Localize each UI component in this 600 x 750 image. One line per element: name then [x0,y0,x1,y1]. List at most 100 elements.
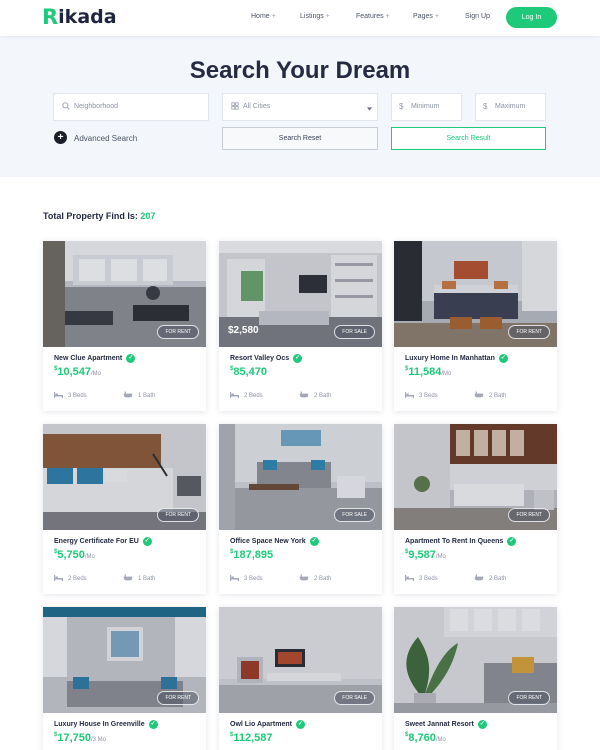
property-card[interactable]: $2,580 FOR SALE Resort Valley Ocs ✓ $85,470 2… [219,241,382,411]
property-title-text: Owl Lio Apartment [230,721,292,728]
price-value: 85,470 [233,366,267,378]
baths-text: 2 Bath [314,575,332,582]
plus-icon: + [434,13,439,20]
beds-info: 2 Beds [54,574,87,583]
property-title-text: Luxury Home In Manhattan [405,355,495,362]
bath-icon [299,391,309,400]
price-value: 5,750 [57,549,85,561]
results-count-label: Total Property Find Is: [43,211,138,221]
beds-text: 3 Beds [419,575,438,582]
property-price: $5,750/Mo [54,549,95,561]
property-title[interactable]: New Clue Apartment ✓ [54,354,136,363]
price-value: 9,587 [408,549,436,561]
price-value: 11,584 [408,366,442,378]
nav-item-label: Sign Up [465,13,490,20]
advanced-search-link[interactable]: Advanced Search [74,134,137,143]
bath-icon [299,574,309,583]
site-header: Rikada Home + Listings + Features + Pages + Sign… [0,0,600,36]
property-card[interactable]: FOR RENT Luxury House In Greenville ✓ $17,7… [43,607,206,750]
listing-status-tag: FOR RENT [157,691,199,705]
beds-info: 3 Beds [405,574,438,583]
beds-text: 3 Beds [419,392,438,399]
property-card[interactable]: FOR RENT Apartment To Rent In Queens ✓ $9,5… [394,424,557,594]
bed-icon [54,391,63,400]
property-title[interactable]: Owl Lio Apartment ✓ [230,720,305,729]
verified-check-icon: ✓ [126,354,136,363]
baths-text: 2 Bath [314,392,332,399]
verified-check-icon: ✓ [477,720,487,729]
property-price: $8,760/Mo [405,732,446,744]
property-title[interactable]: Energy Certificate For EU ✓ [54,537,152,546]
nav-item-pages[interactable]: Pages + [413,13,439,20]
plus-icon: + [325,13,330,20]
property-title-text: Resort Valley Ocs [230,355,290,362]
nav-item-home[interactable]: Home + [251,13,276,20]
property-title[interactable]: Apartment To Rent In Queens ✓ [405,537,517,546]
bed-icon [230,574,239,583]
property-title[interactable]: Luxury Home In Manhattan ✓ [405,354,508,363]
price-value: 187,895 [233,549,274,561]
nav-item-sign-up[interactable]: Sign Up [465,13,490,20]
verified-check-icon: ✓ [498,354,508,363]
price-period: /Mo [435,737,446,743]
results-count-value: 207 [140,211,156,221]
property-title[interactable]: Office Space New York ✓ [230,537,319,546]
price-period: /Mo [91,371,102,377]
search-result-button[interactable]: Search Result [391,127,546,150]
login-button[interactable]: Log In [506,7,557,28]
nav-item-label: Home [251,13,270,20]
property-price: $11,584/Mo [405,366,451,378]
baths-info: 2 Bath [474,574,506,583]
property-title[interactable]: Luxury House In Greenville ✓ [54,720,158,729]
min-price-input[interactable]: $ Minimum [391,93,462,121]
nav-item-label: Listings [300,13,324,20]
city-select[interactable]: All Cities [222,93,378,121]
nav-item-features[interactable]: Features + [356,13,390,20]
plus-circle-icon[interactable]: + [54,131,67,144]
baths-text: 1 Bath [138,392,156,399]
beds-text: 2 Beds [68,575,87,582]
nav-item-label: Features [356,13,384,20]
property-title-text: Office Space New York [230,538,306,545]
property-card[interactable]: FOR RENT New Clue Apartment ✓ $10,547/Mo 3 B… [43,241,206,411]
beds-text: 2 Beds [244,392,263,399]
property-title[interactable]: Sweet Jannat Resort ✓ [405,720,487,729]
verified-check-icon: ✓ [295,720,305,729]
property-title[interactable]: Resort Valley Ocs ✓ [230,354,303,363]
property-title-text: Energy Certificate For EU [54,538,139,545]
search-icon [62,102,70,112]
bed-icon [405,391,414,400]
property-price: $9,587/Mo [405,549,446,561]
baths-info: 2 Bath [474,391,506,400]
listing-status-tag: FOR RENT [157,325,199,339]
page-title: Search Your Dream [189,57,411,84]
property-title-text: Luxury House In Greenville [54,721,145,728]
price-period: /Mo [435,554,446,560]
price-period: /3 Mo [91,737,107,743]
beds-text: 3 Beds [68,392,87,399]
neighborhood-input[interactable]: Neighborhood [53,93,209,121]
listing-status-tag: FOR RENT [157,508,199,522]
baths-info: 1 Bath [123,574,155,583]
search-reset-button[interactable]: Search Reset [222,127,378,150]
beds-text: 3 Beds [244,575,263,582]
baths-info: 1 Bath [123,391,155,400]
max-price-placeholder: Maximum [495,103,526,110]
property-card[interactable]: FOR SALE Owl Lio Apartment ✓ $112,587 [219,607,382,750]
property-card[interactable]: FOR RENT Luxury Home In Manhattan ✓ $11,584… [394,241,557,411]
nav-item-listings[interactable]: Listings + [300,13,330,20]
listing-status-tag: FOR RENT [508,508,550,522]
price-value: 10,547 [57,366,91,378]
price-value: 8,760 [408,732,436,744]
plus-icon: + [271,13,276,20]
max-price-input[interactable]: $ Maximum [475,93,546,121]
neighborhood-placeholder: Neighborhood [74,103,118,110]
property-card[interactable]: FOR SALE Office Space New York ✓ $187,895 3 … [219,424,382,594]
city-select-value: All Cities [243,103,271,110]
site-logo[interactable]: Rikada [42,6,117,28]
property-card[interactable]: FOR RENT Energy Certificate For EU ✓ $5,750… [43,424,206,594]
property-card[interactable]: FOR RENT Sweet Jannat Resort ✓ $8,760/Mo [394,607,557,750]
caret-down-icon [367,104,372,113]
price-period: /Mo [441,371,452,377]
results-count: Total Property Find Is: 207 [43,211,155,221]
